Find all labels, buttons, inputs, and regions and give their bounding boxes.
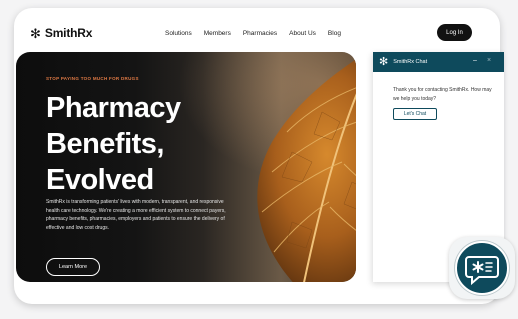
chat-message: Thank you for contacting SmithRx. How ma… [393, 87, 492, 102]
hero-eyebrow: STOP PAYING TOO MUCH FOR DRUGS [46, 76, 139, 81]
chat-title: SmithRx Chat [393, 59, 428, 65]
chat-bubble-icon [465, 256, 499, 286]
learn-more-button[interactable]: Learn More [46, 258, 100, 276]
chat-launcher[interactable] [449, 237, 515, 299]
leaf-image [257, 59, 356, 282]
nav-menu: Solutions Members Pharmacies About Us Bl… [165, 30, 341, 37]
headline-line-3: Evolved [46, 164, 154, 196]
nav-item-blog[interactable]: Blog [328, 30, 341, 37]
chat-launcher-button[interactable] [455, 241, 509, 295]
nav-item-pharmacies[interactable]: Pharmacies [243, 30, 277, 37]
hero-description: SmithRx is transforming patients' lives … [46, 199, 226, 231]
headline-line-2: Benefits, [46, 128, 164, 160]
headline-line-1: Pharmacy [46, 92, 181, 124]
brand-logo[interactable]: ✻ SmithRx [30, 26, 92, 40]
hero-banner: STOP PAYING TOO MUCH FOR DRUGS Pharmacy … [16, 52, 356, 282]
minimize-icon[interactable]: – [473, 57, 477, 64]
snowflake-icon: ✻ [379, 55, 389, 68]
chat-header: ✻ SmithRx Chat – × [373, 52, 504, 72]
hero-headline: Pharmacy Benefits, Evolved [46, 90, 226, 198]
top-nav: ✻ SmithRx Solutions Members Pharmacies A… [14, 8, 500, 54]
close-icon[interactable]: × [487, 57, 491, 64]
nav-item-solutions[interactable]: Solutions [165, 30, 192, 37]
brand-name: SmithRx [44, 26, 93, 40]
snowflake-icon: ✻ [30, 25, 41, 41]
nav-item-about-us[interactable]: About Us [289, 30, 316, 37]
login-button[interactable]: Log In [437, 24, 472, 41]
nav-item-members[interactable]: Members [204, 30, 231, 37]
lets-chat-button[interactable]: Let's Chat [393, 108, 437, 120]
screenshot-frame: ✻ SmithRx Solutions Members Pharmacies A… [0, 0, 518, 319]
